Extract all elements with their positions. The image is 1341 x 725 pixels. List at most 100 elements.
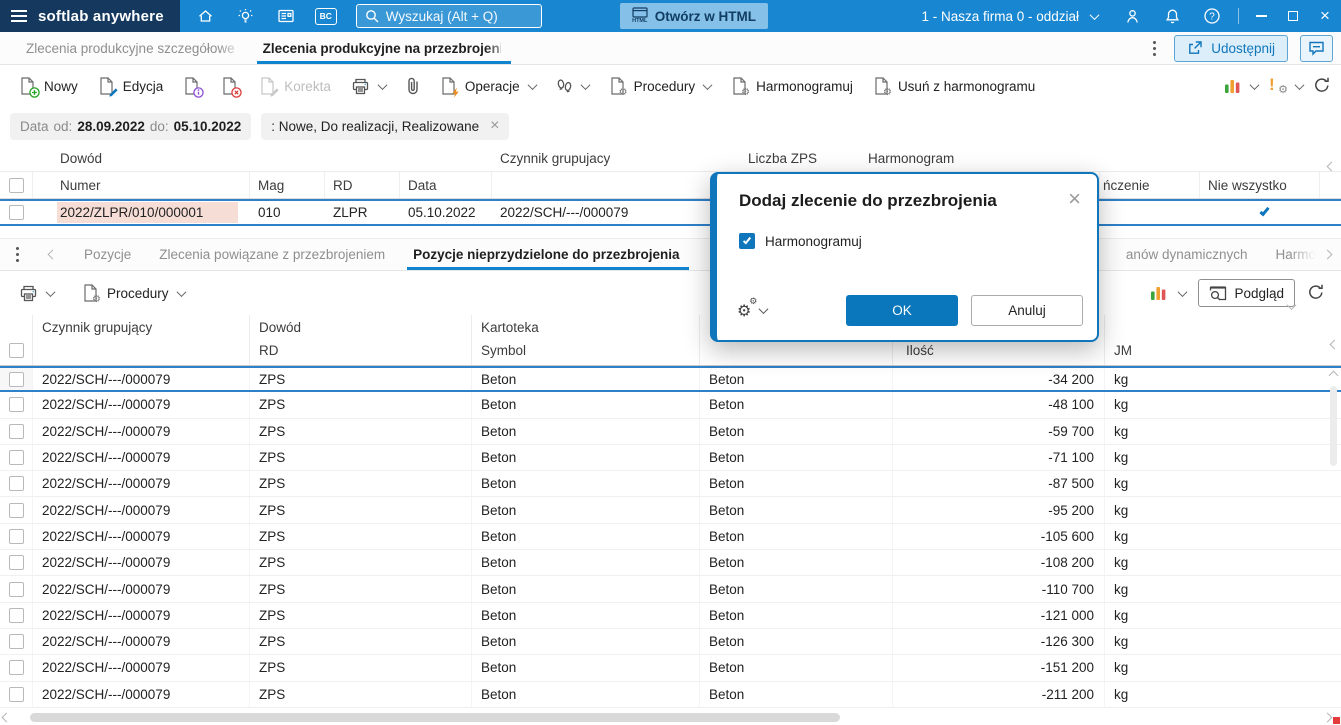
- open-in-html-button[interactable]: HTML Otwórz w HTML: [619, 3, 768, 29]
- row-checkbox[interactable]: [8, 634, 24, 650]
- table-row[interactable]: 2022/SCH/---/000079 ZPS Beton Beton -211…: [0, 681, 1341, 708]
- remove-filter-icon[interactable]: ×: [490, 118, 499, 134]
- column-data[interactable]: Data: [400, 172, 492, 198]
- procedures-chevron-down-icon[interactable]: [176, 286, 186, 297]
- tab-pozycje-nieprzydzielone[interactable]: Pozycje nieprzydzielone do przezbrojenia: [399, 239, 693, 270]
- table-row[interactable]: 2022/SCH/---/000079 ZPS Beton Beton -105…: [0, 523, 1341, 551]
- company-chevron-down-icon[interactable]: [1089, 9, 1100, 20]
- chart-chevron-down-icon[interactable]: [1178, 286, 1188, 297]
- news-icon[interactable]: [266, 0, 306, 32]
- row-checkbox[interactable]: [9, 205, 24, 220]
- correction-button[interactable]: Korekta: [250, 70, 340, 102]
- table-row[interactable]: 2022/SCH/---/000079 ZPS Beton Beton -110…: [0, 576, 1341, 603]
- share-button[interactable]: Udostępnij: [1174, 34, 1288, 62]
- attachments-button[interactable]: [397, 70, 429, 102]
- tabs-scroll-left-icon[interactable]: [47, 249, 58, 260]
- refresh-icon[interactable]: [1307, 283, 1325, 304]
- table-row[interactable]: 2022/SCH/---/000079 ZPS Beton Beton -34 …: [0, 366, 1341, 393]
- tab-zlecenia-produkcyjne-szczegolowe[interactable]: Zlecenia produkcyjne szczegółowe: [12, 32, 249, 64]
- table-row[interactable]: 2022/SCH/---/000079 ZPS Beton Beton -95 …: [0, 497, 1341, 524]
- checked-checkbox[interactable]: [739, 233, 755, 249]
- dialog-close-icon[interactable]: ×: [1068, 188, 1081, 210]
- column-dowod-rd[interactable]: Dowód RD: [250, 315, 472, 365]
- select-all-checkbox[interactable]: [9, 343, 24, 358]
- tab-zlecenia-produkcyjne-na-przezbrojenie[interactable]: Zlecenia produkcyjne na przezbrojenie: [249, 32, 515, 64]
- settings-chevron-down-icon[interactable]: [1294, 79, 1305, 90]
- column-mag[interactable]: Mag: [250, 172, 325, 198]
- maximize-button[interactable]: [1277, 0, 1309, 32]
- column-group-harmonogram[interactable]: Harmonogram: [860, 151, 1200, 166]
- cancel-button[interactable]: Anuluj: [971, 295, 1083, 326]
- detail-tabs-kebab-icon[interactable]: [10, 243, 25, 266]
- row-checkbox[interactable]: [8, 450, 24, 466]
- tabs-scroll-right-icon[interactable]: [1322, 249, 1333, 260]
- remove-from-schedule-button[interactable]: ⚙ Usuń z harmonogramu: [864, 70, 1044, 102]
- column-group-dowod[interactable]: Dowód: [33, 151, 492, 166]
- print-chevron-down-icon[interactable]: [377, 79, 388, 90]
- row-checkbox[interactable]: [8, 660, 24, 676]
- help-icon[interactable]: ?: [1192, 0, 1232, 32]
- column-czynnik-grupujacy[interactable]: Czynnik grupujący: [33, 315, 250, 365]
- row-checkbox[interactable]: [8, 476, 24, 492]
- table-row[interactable]: 2022/SCH/---/000079 ZPS Beton Beton -108…: [0, 550, 1341, 577]
- settings-alert-icon[interactable]: ! ⚙: [1268, 75, 1288, 96]
- document-info-button[interactable]: [174, 70, 210, 102]
- procedures-chevron-down-icon[interactable]: [702, 79, 713, 90]
- column-numer[interactable]: Numer: [33, 172, 250, 198]
- date-filter-chip[interactable]: Data od: 28.09.2022 do: 05.10.2022: [10, 112, 252, 140]
- minimize-button[interactable]: [1245, 0, 1277, 32]
- business-central-icon[interactable]: BC: [306, 0, 346, 32]
- tab-pozycje[interactable]: Pozycje: [70, 239, 145, 270]
- hamburger-menu-icon[interactable]: [11, 10, 27, 22]
- vertical-scrollbar[interactable]: [1328, 370, 1339, 708]
- order-row-selected[interactable]: 2022/ZLPR/010/000001 010 ZLPR 05.10.2022…: [0, 199, 1341, 226]
- vertical-scroll-thumb[interactable]: [1330, 386, 1337, 466]
- table-row[interactable]: 2022/SCH/---/000079 ZPS Beton Beton -48 …: [0, 392, 1341, 419]
- steps-chevron-down-icon[interactable]: [580, 79, 591, 90]
- user-icon[interactable]: [1112, 0, 1152, 32]
- procedures-button[interactable]: ⚙ Procedury: [600, 70, 721, 102]
- chart-chevron-down-icon[interactable]: [1249, 79, 1260, 90]
- scroll-up-icon[interactable]: [1328, 370, 1339, 381]
- schedule-button[interactable]: ⚙ Harmonogramuj: [722, 70, 862, 102]
- tab-stanow-dynamicznych-truncated[interactable]: anów dynamicznych: [1112, 239, 1262, 270]
- operations-chevron-down-icon[interactable]: [527, 79, 538, 90]
- row-checkbox[interactable]: [8, 607, 24, 623]
- company-selector[interactable]: 1 - Nasza firma 0 - oddział: [921, 9, 1079, 24]
- scroll-left-icon[interactable]: [1, 712, 12, 723]
- new-button[interactable]: Nowy: [10, 70, 87, 102]
- tab-harmonogram-truncated[interactable]: Harmo: [1261, 239, 1320, 270]
- status-filter-chip[interactable]: : Nowe, Do realizacji, Realizowane ×: [261, 112, 510, 140]
- column-rd[interactable]: RD: [325, 172, 400, 198]
- ok-button[interactable]: OK: [846, 295, 958, 326]
- column-czynnik-grupujacy[interactable]: Czynnik grupujacy: [492, 151, 740, 166]
- table-row[interactable]: 2022/SCH/---/000079 ZPS Beton Beton -87 …: [0, 471, 1341, 498]
- chart-view-icon[interactable]: [1224, 79, 1241, 94]
- checked-checkbox-icon[interactable]: [1258, 205, 1270, 217]
- operations-button[interactable]: Operacje: [431, 70, 545, 102]
- schedule-checkbox-row[interactable]: Harmonogramuj: [739, 233, 1081, 249]
- row-checkbox[interactable]: [8, 686, 24, 702]
- table-row[interactable]: 2022/SCH/---/000079 ZPS Beton Beton -121…: [0, 602, 1341, 629]
- close-window-button[interactable]: ×: [1309, 0, 1341, 32]
- column-zakonczenie-truncated[interactable]: ńczenie: [1100, 172, 1200, 198]
- horizontal-scroll-thumb[interactable]: [30, 713, 840, 722]
- edit-button[interactable]: Edycja: [89, 70, 173, 102]
- column-nie-wszystko[interactable]: Nie wszystko: [1200, 172, 1320, 198]
- table-row[interactable]: 2022/SCH/---/000079 ZPS Beton Beton -71 …: [0, 444, 1341, 472]
- preview-button[interactable]: Podgląd: [1198, 279, 1295, 307]
- row-checkbox[interactable]: [8, 581, 24, 597]
- row-checkbox[interactable]: [8, 502, 24, 518]
- row-checkbox[interactable]: [8, 397, 24, 413]
- print-button[interactable]: [342, 70, 395, 102]
- document-delete-button[interactable]: [212, 70, 248, 102]
- row-checkbox[interactable]: [8, 555, 24, 571]
- row-checkbox[interactable]: [8, 423, 24, 439]
- table-row[interactable]: 2022/SCH/---/000079 ZPS Beton Beton -151…: [0, 655, 1341, 682]
- horizontal-scrollbar[interactable]: [0, 710, 1341, 725]
- refresh-icon[interactable]: [1313, 76, 1331, 97]
- idea-lightbulb-icon[interactable]: [226, 0, 266, 32]
- search-input[interactable]: [385, 8, 533, 24]
- detail-print-button[interactable]: [10, 277, 63, 309]
- steps-button[interactable]: [547, 70, 598, 102]
